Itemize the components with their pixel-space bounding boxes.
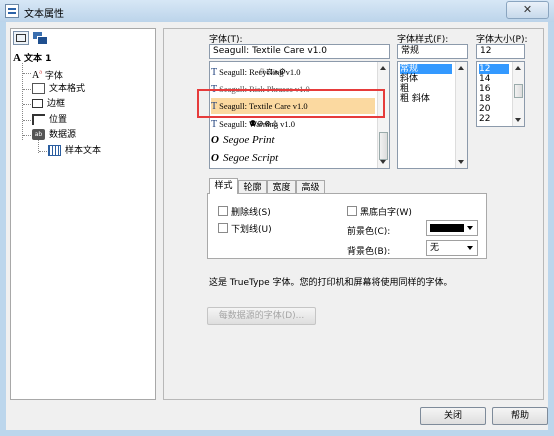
font-list-item[interactable]: O Segoe Script [211, 150, 278, 166]
style-option-selected[interactable]: 常规 [400, 64, 452, 74]
font-list-item[interactable]: T Seagull: Recycling v1.0 ♲⚖ѧ⚙ [211, 64, 301, 80]
underline-label: 下划线(U) [231, 225, 272, 235]
font-preview-symbols: ⚉⊘⊗⚠ [249, 119, 279, 128]
sample-text-icon [48, 145, 61, 156]
scroll-thumb[interactable] [514, 84, 523, 98]
datasource-font-button[interactable]: 每数据源的字体(D)... [207, 307, 316, 325]
tree-item-sample-text[interactable]: 样本文本 [39, 145, 101, 157]
tree-item-border[interactable]: 边框 [23, 98, 65, 110]
size-option[interactable]: 16 [479, 84, 490, 94]
white-on-black-checkbox[interactable] [347, 206, 357, 216]
foreground-color-swatch [430, 224, 464, 232]
scroll-thumb[interactable] [379, 132, 388, 160]
font-list-item[interactable]: O Segoe Print [211, 132, 275, 148]
scroll-down-icon[interactable] [515, 118, 521, 122]
foreground-color-label: 前景色(C): [347, 227, 391, 237]
tree-item-label: 位置 [49, 115, 68, 125]
size-list-scrollbar[interactable] [512, 62, 524, 126]
font-name-input[interactable]: Seagull: Textile Care v1.0 [209, 44, 390, 59]
font-style-input[interactable]: 常规 [397, 44, 468, 59]
size-option[interactable]: 18 [479, 94, 490, 104]
opentype-icon: O [211, 134, 219, 146]
tree-item-text-1[interactable]: A 文本 1 [13, 52, 51, 64]
close-window-button[interactable]: ✕ [506, 1, 549, 19]
font-item-name: Segoe Script [222, 152, 279, 164]
strikethrough-checkbox[interactable] [218, 206, 228, 216]
font-preview-symbols: ♲⚖ѧ⚙ [258, 67, 287, 76]
font-list-item[interactable]: T Seagull: Warning v1.0 ⚉⊘⊗⚠ [211, 116, 295, 132]
tree-item-data-source[interactable]: ab 数据源 [23, 129, 76, 141]
truetype-icon: T [211, 67, 218, 78]
tree-item-font[interactable]: Aa 字体 [23, 67, 63, 82]
tree-item-position[interactable]: 位置 [23, 114, 67, 126]
tree-pages-button[interactable] [32, 31, 48, 45]
tab-style[interactable]: 样式 [209, 178, 238, 194]
close-button[interactable]: 关闭 [420, 407, 486, 425]
help-button[interactable]: 帮助 [492, 407, 548, 425]
background-color-value: 无 [430, 243, 440, 253]
white-on-black-label: 黑底白字(W) [360, 208, 412, 218]
scroll-up-icon[interactable] [458, 66, 464, 70]
font-style-list[interactable]: 常规 斜体 粗 粗 斜体 [397, 61, 468, 169]
font-icon: Aa [32, 70, 42, 82]
text-format-icon [32, 83, 45, 94]
size-option[interactable]: 22 [479, 114, 490, 124]
tab-outline[interactable]: 轮廓 [238, 180, 267, 194]
size-option-selected[interactable]: 12 [479, 64, 509, 74]
opentype-icon: O [211, 152, 219, 164]
scroll-up-icon[interactable] [380, 66, 386, 70]
tree-item-label: 边框 [47, 99, 66, 109]
scroll-down-icon[interactable] [380, 160, 386, 164]
background-color-select[interactable]: 无 [426, 240, 478, 256]
title-bar: 文本属性 ✕ [0, 0, 554, 22]
selection-highlight-box [197, 89, 385, 118]
tree-item-label: 字体 [44, 71, 63, 82]
size-option[interactable]: 20 [479, 104, 490, 114]
size-option[interactable]: 14 [479, 74, 490, 84]
tab-advanced[interactable]: 高级 [296, 180, 325, 194]
font-item-name: Segoe Print [222, 134, 275, 146]
underline-checkbox[interactable] [218, 223, 228, 233]
truetype-icon: T [211, 119, 218, 130]
strikethrough-label: 删除线(S) [231, 208, 271, 218]
app-icon [5, 4, 19, 18]
font-info-text: 这是 TrueType 字体。您的打印机和屏幕将使用同样的字体。 [209, 278, 453, 288]
scroll-down-icon[interactable] [458, 160, 464, 164]
data-source-icon: ab [32, 129, 45, 140]
tree-toolbar [12, 31, 154, 47]
tree-item-label: 样本文本 [65, 146, 102, 156]
font-size-input[interactable]: 12 [476, 44, 525, 59]
chevron-down-icon [467, 246, 473, 250]
tree-item-label: 文本格式 [49, 84, 86, 94]
position-icon [32, 114, 45, 125]
style-option[interactable]: 斜体 [400, 74, 418, 84]
tree-item-label: 数据源 [49, 130, 77, 140]
foreground-color-select[interactable] [426, 220, 478, 236]
tree-view-button[interactable] [13, 31, 29, 45]
style-list-scrollbar[interactable] [455, 62, 467, 168]
border-icon [32, 99, 43, 108]
text-object-icon: A [13, 52, 21, 64]
tab-width[interactable]: 宽度 [267, 180, 296, 194]
chevron-down-icon [467, 226, 473, 230]
scroll-up-icon[interactable] [515, 66, 521, 70]
background-color-label: 背景色(B): [347, 247, 391, 257]
tree-item-text-format[interactable]: 文本格式 [23, 83, 85, 95]
font-size-list[interactable]: 12 14 16 18 20 22 [476, 61, 525, 127]
style-option[interactable]: 粗 [400, 84, 409, 94]
window-title: 文本属性 [24, 9, 64, 20]
style-option[interactable]: 粗 斜体 [400, 94, 430, 104]
tree-item-label: 文本 1 [23, 54, 52, 64]
